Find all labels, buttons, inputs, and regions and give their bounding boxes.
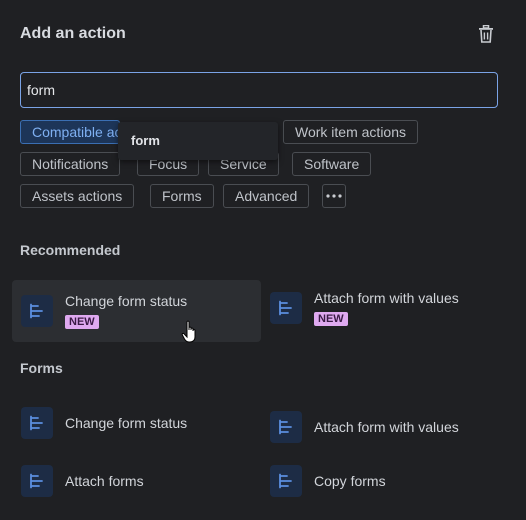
trash-icon [479, 25, 493, 43]
form-icon [270, 465, 302, 497]
form-icon [21, 295, 53, 327]
hand-cursor-icon [181, 320, 196, 343]
search-tooltip: form [118, 122, 278, 160]
action-label: Copy forms [314, 473, 386, 489]
chip-work-item-actions[interactable]: Work item actions [283, 120, 418, 144]
form-icon [21, 407, 53, 439]
page-title: Add an action [20, 25, 126, 42]
action-copy-forms[interactable]: Copy forms [270, 465, 386, 497]
action-attach-form-with-values[interactable]: Attach form with values [270, 411, 459, 443]
form-icon [270, 292, 302, 324]
action-label: Change form status [65, 415, 188, 431]
action-change-form-status[interactable]: Change form status [21, 407, 187, 439]
action-label: Attach forms [65, 473, 144, 489]
recommended-heading: Recommended [20, 242, 121, 258]
chip-forms[interactable]: Forms [150, 184, 214, 208]
action-label: Attach form with values [314, 290, 459, 306]
action-attach-forms[interactable]: Attach forms [21, 465, 144, 497]
more-chips-button[interactable] [322, 184, 346, 208]
forms-heading: Forms [20, 360, 63, 376]
more-icon [326, 194, 342, 198]
search-input[interactable] [20, 72, 498, 108]
new-badge: NEW [314, 312, 348, 326]
chip-software[interactable]: Software [292, 152, 372, 176]
form-icon [21, 465, 53, 497]
action-change-form-status[interactable]: Change form status NEW [12, 280, 261, 342]
action-label: Change form status [65, 293, 188, 309]
chip-advanced[interactable]: Advanced [223, 184, 310, 208]
chip-assets-actions[interactable]: Assets actions [20, 184, 135, 208]
form-icon [270, 411, 302, 443]
chip-compatible-actions[interactable]: Compatible actions [20, 120, 120, 144]
new-badge: NEW [65, 315, 99, 329]
action-attach-form-with-values[interactable]: Attach form with values NEW [270, 290, 459, 326]
chip-notifications[interactable]: Notifications [20, 152, 121, 176]
delete-button[interactable] [476, 24, 496, 44]
action-label: Attach form with values [314, 419, 459, 435]
